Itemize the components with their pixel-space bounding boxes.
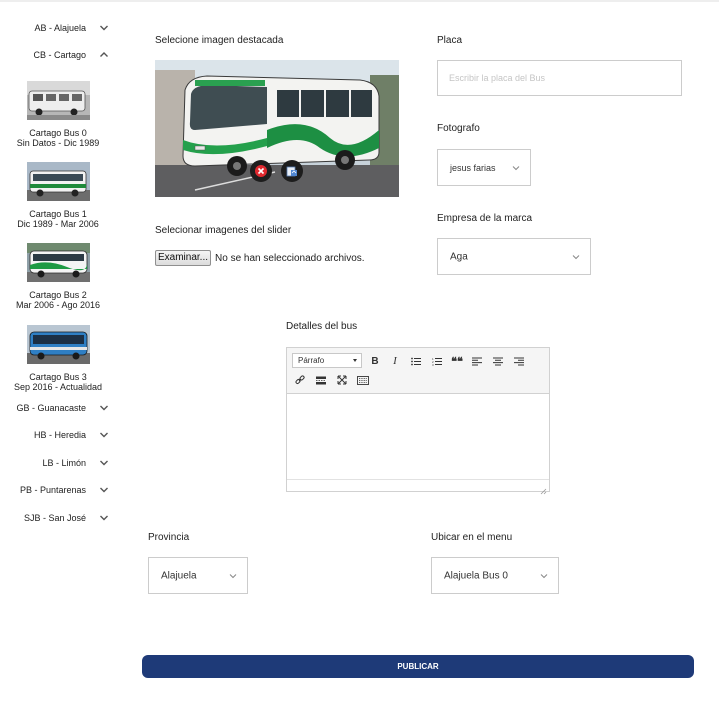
fullscreen-button[interactable]: [334, 372, 350, 388]
bus-thumbnail[interactable]: [27, 243, 90, 282]
link-icon: [295, 375, 305, 385]
publish-button[interactable]: PUBLICAR: [142, 655, 694, 678]
sidebar-item-label: HB - Heredia: [33, 430, 86, 440]
sidebar-item-label: AB - Alajuela: [34, 23, 86, 33]
chevron-down-icon[interactable]: [99, 23, 109, 33]
replace-image-icon: [286, 165, 298, 177]
chevron-down-icon: [540, 573, 548, 579]
sidebar-item-label: LB - Limón: [42, 458, 86, 468]
file-status-text: No se han seleccionado archivos.: [215, 252, 365, 264]
featured-image[interactable]: [155, 60, 399, 197]
align-left-icon: [472, 357, 482, 366]
sidebar-item-cartago[interactable]: CB - Cartago: [0, 47, 120, 65]
photographer-value: jesus farias: [450, 162, 496, 173]
chevron-up-icon[interactable]: [99, 50, 109, 60]
numbered-list-button[interactable]: 123: [429, 353, 445, 369]
keyboard-icon: [357, 375, 369, 385]
menu-location-label: Ubicar en el menu: [431, 532, 513, 543]
editor-content-area[interactable]: [287, 394, 549, 479]
sidebar-item-san-jose[interactable]: SJB - San José: [0, 510, 120, 528]
format-select[interactable]: Párrafo: [292, 353, 362, 368]
align-center-button[interactable]: [490, 353, 506, 369]
format-select-value: Párrafo: [298, 356, 325, 365]
sidebar-item-label: CB - Cartago: [33, 50, 86, 60]
fullscreen-icon: [337, 375, 347, 385]
editor-toolbar: Párrafo B I 123 ❝❝: [287, 348, 549, 394]
chevron-down-icon: [572, 254, 580, 260]
photographer-label: Fotografo: [437, 123, 480, 134]
bus-name: Cartago Bus 2: [29, 290, 87, 300]
bullet-list-icon: [411, 357, 421, 366]
sidebar-item-label: SJB - San José: [23, 513, 86, 523]
blockquote-button[interactable]: ❝❝: [449, 353, 465, 369]
chevron-down-icon[interactable]: [99, 458, 109, 468]
bullet-list-button[interactable]: [408, 353, 424, 369]
bus-period: Sin Datos - Dic 1989: [16, 138, 100, 148]
align-left-button[interactable]: [469, 353, 485, 369]
province-value: Alajuela: [161, 570, 197, 581]
sidebar-item-puntarenas[interactable]: PB - Puntarenas: [0, 482, 120, 500]
sidebar-item-limon[interactable]: LB - Limón: [0, 455, 120, 473]
align-center-icon: [493, 357, 503, 366]
details-label: Detalles del bus: [286, 321, 358, 332]
align-right-icon: [514, 357, 524, 366]
sidebar: AB - Alajuela CB - Cartago Cartago Bus 0…: [0, 0, 120, 703]
chevron-down-icon: [229, 573, 237, 579]
editor-statusbar: [287, 479, 549, 495]
chevron-down-icon[interactable]: [99, 403, 109, 413]
plate-input[interactable]: [437, 60, 682, 96]
insert-more-button[interactable]: [313, 372, 329, 388]
province-label: Provincia: [148, 532, 190, 543]
bus-name: Cartago Bus 1: [29, 209, 87, 219]
sidebar-item-label: PB - Puntarenas: [19, 485, 86, 495]
slider-file-input: Examinar... No se han seleccionado archi…: [155, 250, 365, 266]
chevron-down-icon: [512, 165, 520, 171]
brand-select[interactable]: Aga: [437, 238, 591, 275]
insert-link-button[interactable]: [292, 372, 308, 388]
bus-name: Cartago Bus 3: [29, 372, 87, 382]
svg-text:3: 3: [432, 363, 434, 366]
bus-period: Sep 2016 - Actualidad: [13, 382, 103, 392]
sidebar-item-label: GB - Guanacaste: [16, 403, 86, 413]
chevron-down-icon[interactable]: [99, 485, 109, 495]
bus-period: Mar 2006 - Ago 2016: [15, 300, 101, 310]
bus-period: Dic 1989 - Mar 2006: [17, 219, 99, 229]
align-right-button[interactable]: [511, 353, 527, 369]
sidebar-item-guanacaste[interactable]: GB - Guanacaste: [0, 400, 120, 418]
bus-name: Cartago Bus 0: [29, 128, 87, 138]
caret-down-icon: [353, 359, 357, 362]
bus-thumbnail[interactable]: [27, 325, 90, 364]
chevron-down-icon[interactable]: [99, 430, 109, 440]
brand-value: Aga: [450, 251, 468, 262]
featured-image-label: Selecione imagen destacada: [155, 35, 284, 46]
numbered-list-icon: 123: [432, 357, 442, 366]
browse-files-button[interactable]: Examinar...: [155, 250, 212, 266]
bus-thumbnail[interactable]: [27, 81, 90, 120]
bus-thumbnail[interactable]: [27, 162, 90, 201]
sidebar-item-heredia[interactable]: HB - Heredia: [0, 427, 120, 445]
replace-image-button[interactable]: [281, 160, 303, 182]
brand-label: Empresa de la marca: [437, 213, 533, 224]
plate-label: Placa: [437, 35, 463, 46]
province-select[interactable]: Alajuela: [148, 557, 248, 594]
slider-images-label: Selecionar imagenes del slider: [155, 225, 292, 236]
bold-button[interactable]: B: [367, 353, 383, 369]
horizontal-rule-icon: [316, 376, 326, 385]
italic-button[interactable]: I: [387, 353, 403, 369]
toolbar-toggle-button[interactable]: [355, 372, 371, 388]
menu-location-value: Alajuela Bus 0: [444, 570, 508, 581]
delete-image-button[interactable]: [250, 160, 272, 182]
resize-handle-icon[interactable]: [539, 482, 547, 495]
chevron-down-icon[interactable]: [99, 513, 109, 523]
delete-icon: [255, 165, 267, 177]
sidebar-item-alajuela[interactable]: AB - Alajuela: [0, 20, 120, 38]
photographer-select[interactable]: jesus farias: [437, 149, 531, 186]
menu-location-select[interactable]: Alajuela Bus 0: [431, 557, 559, 594]
rich-text-editor: Párrafo B I 123 ❝❝: [286, 347, 550, 495]
